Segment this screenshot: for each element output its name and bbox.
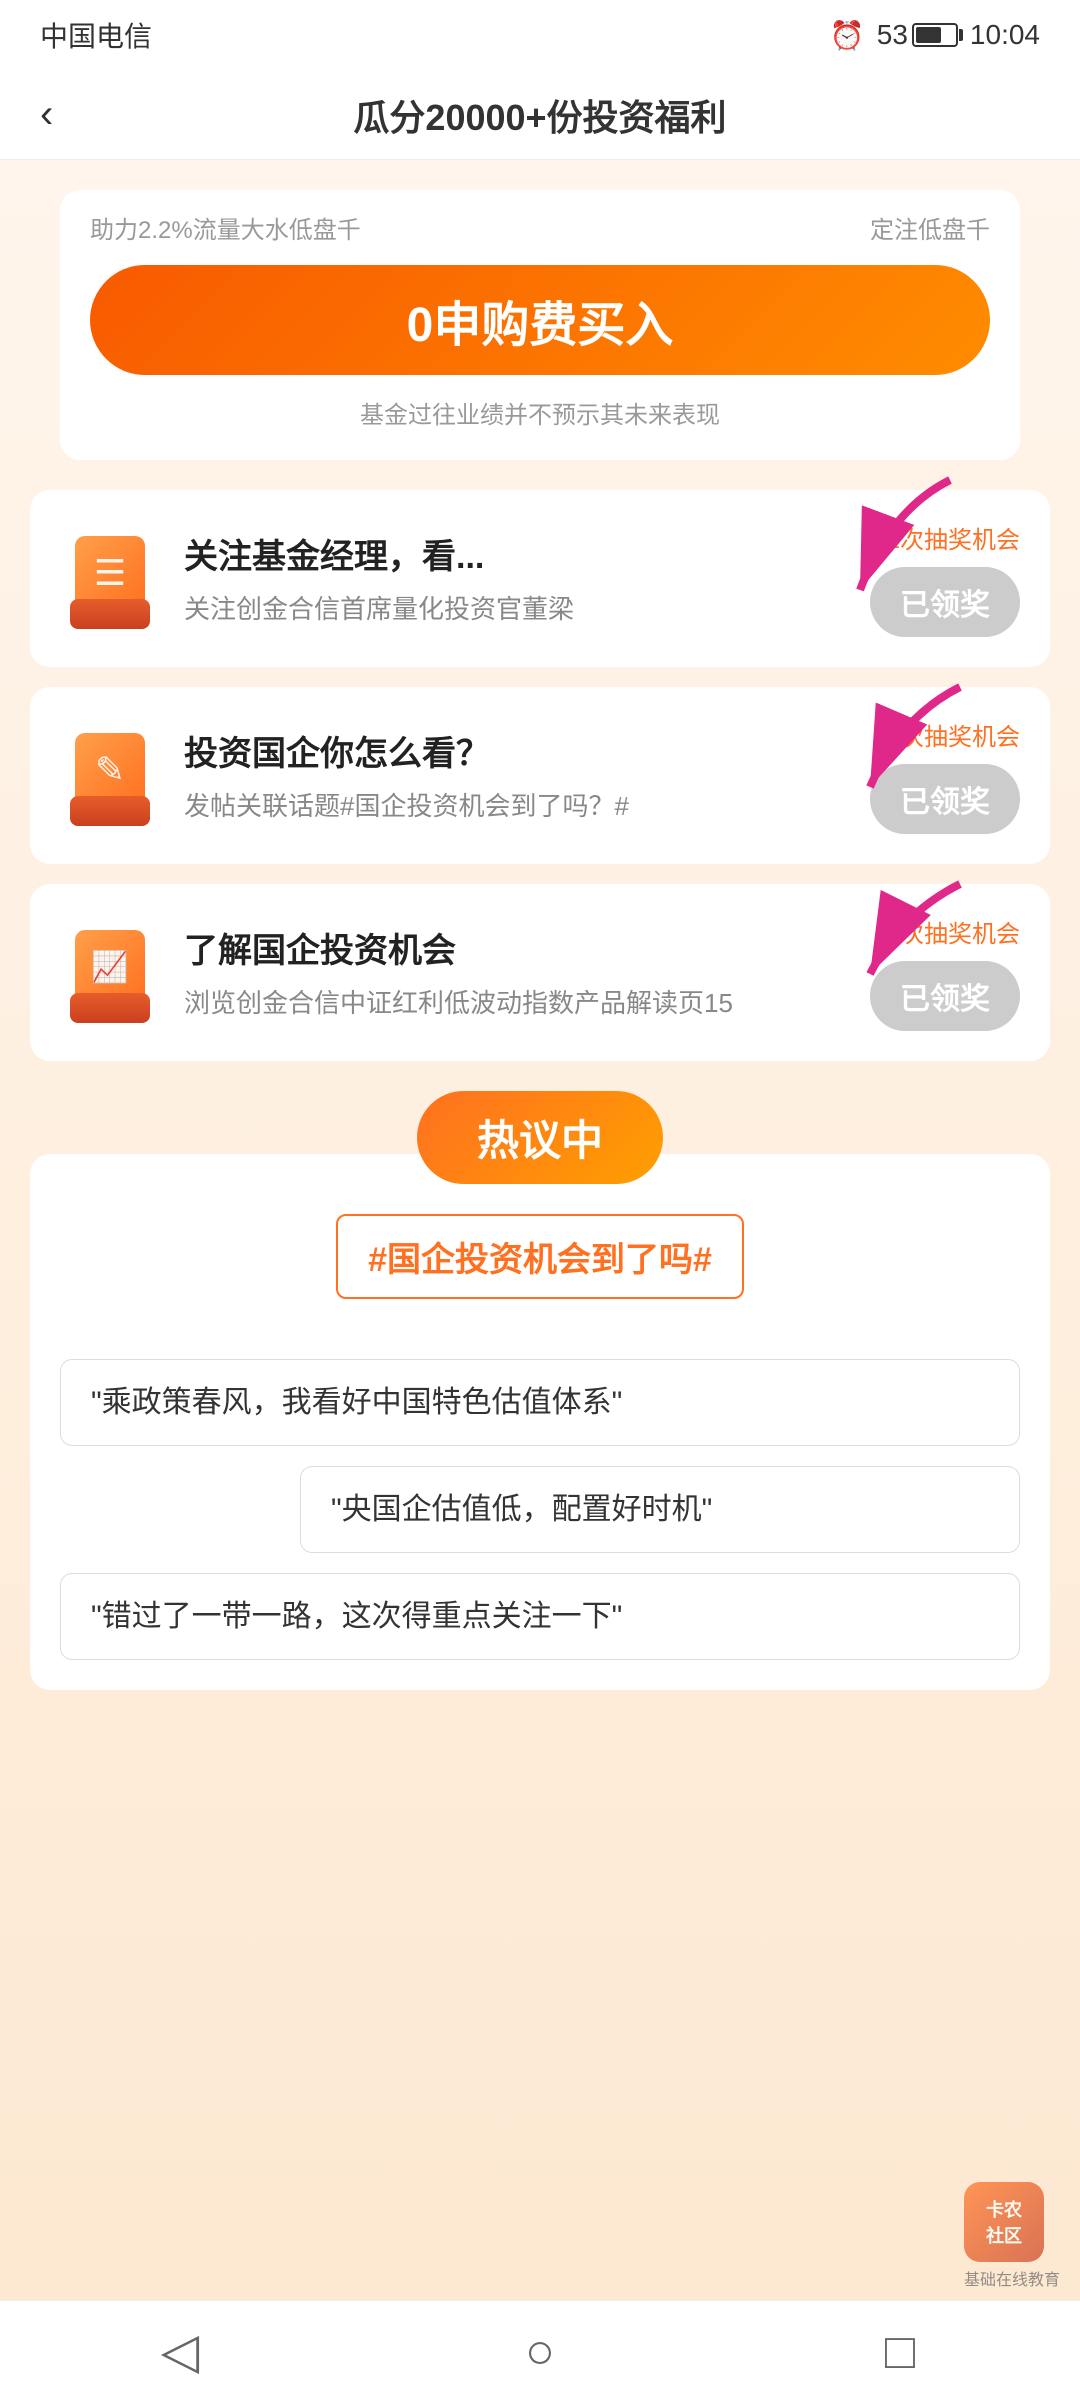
- task-card-wrap-2: ✎ 投资国企你怎么看？ 发帖关联话题#国企投资机会到了吗？# 1次抽奖机会 已领…: [30, 687, 1050, 864]
- task-desc-1: 关注创金合信首席量化投资官董梁: [184, 590, 846, 629]
- task-claim-button-2[interactable]: 已领奖: [870, 764, 1020, 834]
- task-claim-button-3[interactable]: 已领奖: [870, 961, 1020, 1031]
- nav-home-button[interactable]: ○: [500, 2311, 580, 2391]
- nav-back-button[interactable]: ◁: [140, 2311, 220, 2391]
- icon-base-2: [70, 796, 150, 826]
- hot-quote-text-1: "乘政策春风，我看好中国特色估值体系": [91, 1386, 622, 1419]
- icon-symbol-1: ☰: [94, 552, 126, 594]
- task-info-3: 了解国企投资机会 浏览创金合信中证红利低波动指数产品解读页15: [184, 923, 846, 1023]
- status-bar: 中国电信 ⏰ 53 10:04: [0, 0, 1080, 70]
- task-icon-inner-2: ✎: [60, 726, 160, 826]
- carrier-text: 中国电信: [40, 15, 152, 55]
- main-content: 助力2.2%流量大水低盘千 定注低盘千 0申购费买入 基金过往业绩并不预示其未来…: [0, 160, 1080, 2400]
- buy-disclaimer: 基金过往业绩并不预示其未来表现: [90, 395, 990, 430]
- task-btn-label-2: 已领奖: [900, 777, 990, 821]
- page-title: 瓜分20000+份投资福利: [353, 89, 726, 141]
- task-desc-2: 发帖关联话题#国企投资机会到了吗？#: [184, 787, 846, 826]
- task-desc-3: 浏览创金合信中证红利低波动指数产品解读页15: [184, 984, 846, 1023]
- task-right-3: 1次抽奖机会 已领奖: [870, 914, 1020, 1031]
- hot-topic-text: #国企投资机会到了吗#: [368, 1241, 712, 1279]
- task-card-1: ☰ 关注基金经理，看... 关注创金合信首席量化投资官董梁 1次抽奖机会 已领奖: [30, 490, 1050, 667]
- status-bar-right: ⏰ 53 10:04: [830, 19, 1040, 52]
- battery-box: [912, 23, 958, 47]
- buy-top-left: 助力2.2%流量大水低盘千: [90, 210, 361, 245]
- icon-base-1: [70, 599, 150, 629]
- hot-title-text: 热议中: [477, 1107, 603, 1168]
- icon-symbol-3: 📈: [91, 950, 128, 985]
- nav-bar: ‹ 瓜分20000+份投资福利: [0, 70, 1080, 160]
- back-nav-icon: ◁: [161, 2322, 199, 2380]
- task-reward-1: 1次抽奖机会: [887, 520, 1020, 555]
- battery-fill: [916, 27, 941, 43]
- icon-symbol-2: ✎: [95, 749, 125, 791]
- back-button[interactable]: ‹: [40, 92, 53, 137]
- hot-topic-wrapper: #国企投资机会到了吗#: [60, 1214, 1020, 1329]
- watermark-box: 卡农 社区: [964, 2182, 1044, 2262]
- hot-card: #国企投资机会到了吗# "乘政策春风，我看好中国特色估值体系" "央国企估值低，…: [30, 1154, 1050, 1690]
- task-reward-2: 1次抽奖机会: [887, 717, 1020, 752]
- task-card-wrap-3: 📈 了解国企投资机会 浏览创金合信中证红利低波动指数产品解读页15 1次抽奖机会…: [30, 884, 1050, 1061]
- buy-top-text: 助力2.2%流量大水低盘千 定注低盘千: [90, 210, 990, 245]
- hot-title-badge: 热议中: [417, 1091, 663, 1184]
- task-title-2: 投资国企你怎么看？: [184, 726, 846, 775]
- buy-button[interactable]: 0申购费买入: [90, 265, 990, 375]
- task-title-1: 关注基金经理，看...: [184, 529, 846, 578]
- task-btn-label-1: 已领奖: [900, 580, 990, 624]
- hot-quote-2: "央国企估值低，配置好时机": [300, 1466, 1020, 1553]
- hot-quote-1: "乘政策春风，我看好中国特色估值体系": [60, 1359, 1020, 1446]
- bottom-nav: ◁ ○ □: [0, 2300, 1080, 2400]
- buy-section: 助力2.2%流量大水低盘千 定注低盘千 0申购费买入 基金过往业绩并不预示其未来…: [60, 190, 1020, 460]
- hot-quotes: "乘政策春风，我看好中国特色估值体系" "央国企估值低，配置好时机" "错过了一…: [60, 1359, 1020, 1660]
- hot-quote-text-2: "央国企估值低，配置好时机": [331, 1493, 712, 1526]
- battery-level: 53: [877, 19, 908, 51]
- task-reward-3: 1次抽奖机会: [887, 914, 1020, 949]
- tasks-container: ☰ 关注基金经理，看... 关注创金合信首席量化投资官董梁 1次抽奖机会 已领奖: [30, 490, 1050, 1061]
- icon-base-3: [70, 993, 150, 1023]
- task-title-3: 了解国企投资机会: [184, 923, 846, 972]
- hot-quote-text-3: "错过了一带一路，这次得重点关注一下": [91, 1600, 622, 1633]
- task-btn-label-3: 已领奖: [900, 974, 990, 1018]
- hot-quote-3: "错过了一带一路，这次得重点关注一下": [60, 1573, 1020, 1660]
- home-nav-icon: ○: [525, 2322, 555, 2380]
- task-icon-3: 📈: [60, 923, 160, 1023]
- buy-top-right: 定注低盘千: [870, 210, 990, 245]
- hot-topic: #国企投资机会到了吗#: [336, 1214, 744, 1299]
- task-card-3: 📈 了解国企投资机会 浏览创金合信中证红利低波动指数产品解读页15 1次抽奖机会…: [30, 884, 1050, 1061]
- task-right-1: 1次抽奖机会 已领奖: [870, 520, 1020, 637]
- task-claim-button-1[interactable]: 已领奖: [870, 567, 1020, 637]
- task-icon-inner-1: ☰: [60, 529, 160, 629]
- clock-icon: ⏰: [830, 19, 865, 52]
- watermark-subtitle: 基础在线教育: [964, 2266, 1060, 2290]
- watermark: 卡农 社区 基础在线教育: [964, 2182, 1060, 2290]
- recent-nav-icon: □: [885, 2322, 915, 2380]
- task-right-2: 1次抽奖机会 已领奖: [870, 717, 1020, 834]
- task-info-2: 投资国企你怎么看？ 发帖关联话题#国企投资机会到了吗？#: [184, 726, 846, 826]
- task-info-1: 关注基金经理，看... 关注创金合信首席量化投资官董梁: [184, 529, 846, 629]
- time-display: 10:04: [970, 19, 1040, 51]
- task-icon-2: ✎: [60, 726, 160, 826]
- battery-indicator: 53: [877, 19, 958, 51]
- task-icon-inner-3: 📈: [60, 923, 160, 1023]
- nav-recent-button[interactable]: □: [860, 2311, 940, 2391]
- task-card-wrap-1: ☰ 关注基金经理，看... 关注创金合信首席量化投资官董梁 1次抽奖机会 已领奖: [30, 490, 1050, 667]
- watermark-text: 卡农 社区: [986, 2196, 1022, 2248]
- task-icon-1: ☰: [60, 529, 160, 629]
- task-card-2: ✎ 投资国企你怎么看？ 发帖关联话题#国企投资机会到了吗？# 1次抽奖机会 已领…: [30, 687, 1050, 864]
- buy-button-text: 0申购费买入: [407, 285, 674, 355]
- hot-section: 热议中 #国企投资机会到了吗# "乘政策春风，我看好中国特色估值体系" "央国企…: [30, 1091, 1050, 1690]
